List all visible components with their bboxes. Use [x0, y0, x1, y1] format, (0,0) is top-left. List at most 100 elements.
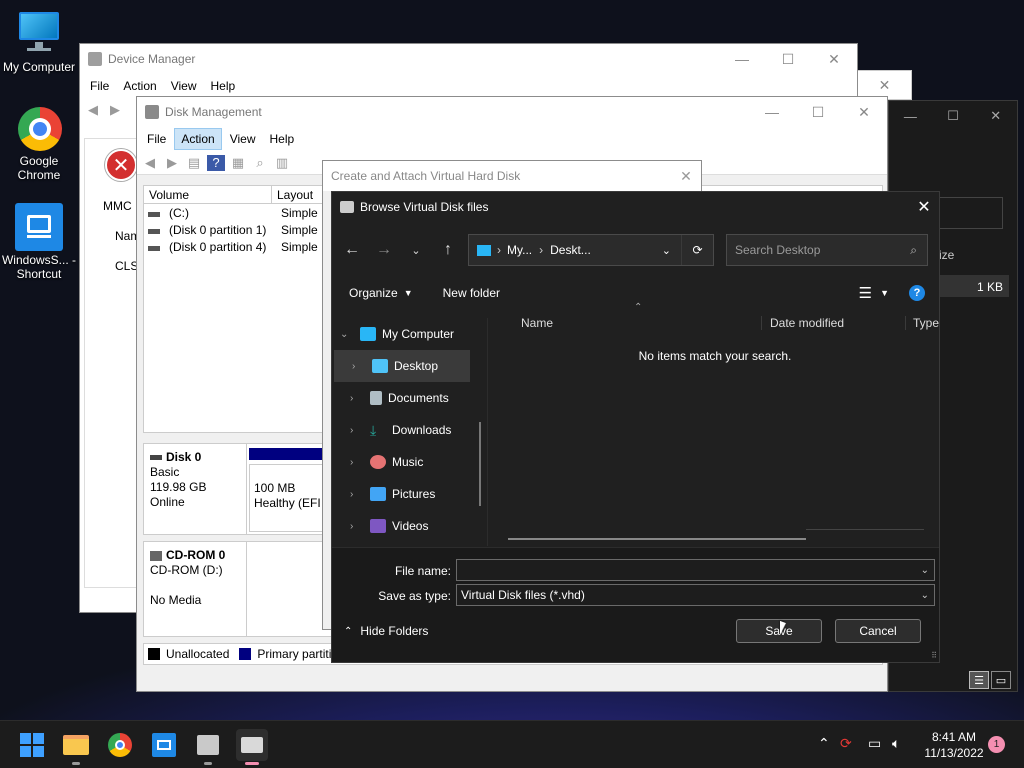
tree-scrollbar[interactable] [479, 422, 481, 506]
properties-icon[interactable]: ▤ [185, 155, 203, 171]
tree-item-documents[interactable]: › Documents [332, 382, 487, 414]
device-manager-titlebar[interactable]: Device Manager — ☐ ✕ [80, 44, 857, 74]
horizontal-scrollbar[interactable] [508, 538, 806, 540]
desktop-icon-windows-shortcut[interactable]: WindowsS... - Shortcut [0, 203, 78, 281]
taskbar-sandbox[interactable] [148, 729, 180, 761]
organize-button[interactable]: Organize ▼ [349, 286, 413, 300]
save-button[interactable]: Save [736, 619, 822, 643]
desktop-icon-label: WindowsS... - Shortcut [1, 253, 76, 281]
desktop-folder-icon [372, 359, 388, 373]
taskbar: ⌃ ⟳ ▭ 🔈︎ 8:41 AM 11/13/2022 1 [0, 720, 1024, 768]
disk0-type: Basic [150, 465, 180, 479]
dialog-title: Create and Attach Virtual Hard Disk [331, 169, 521, 183]
back-arrow-icon[interactable]: ◀ [141, 155, 159, 171]
list-icon[interactable]: ▥ [273, 155, 291, 171]
tree-label: My Computer [382, 327, 455, 341]
file-name-input[interactable]: ⌄ [456, 559, 935, 581]
desktop-icon-chrome[interactable]: Google Chrome [0, 104, 78, 182]
menu-action[interactable]: Action [117, 76, 162, 96]
breadcrumb-my-computer[interactable]: My... [507, 243, 532, 257]
tree-item-my-computer[interactable]: ⌄ My Computer [332, 318, 487, 350]
view-options-button[interactable]: ☰ ▼ [859, 284, 889, 302]
taskbar-chrome[interactable] [104, 729, 136, 761]
tree-label: Desktop [394, 359, 439, 373]
desktop-icon-my-computer[interactable]: My Computer [0, 10, 78, 74]
tree-item-downloads[interactable]: › ⤓ Downloads [332, 414, 487, 446]
column-date-modified[interactable]: Date modified [762, 316, 906, 330]
tree-item-music[interactable]: › Music [332, 446, 487, 478]
save-type-select[interactable]: Virtual Disk files (*.vhd) ⌄ [456, 584, 935, 606]
view-icon[interactable]: ▦ [229, 155, 247, 171]
chevron-down-icon[interactable]: ⌄ [921, 565, 929, 576]
maximize-button[interactable]: ☐ [932, 108, 975, 124]
cancel-button[interactable]: Cancel [835, 619, 921, 643]
maximize-button[interactable]: ☐ [795, 97, 841, 127]
legend-unallocated: Unallocated [166, 647, 230, 661]
start-button[interactable] [16, 729, 48, 761]
file-list: ⌃ Name Date modified Type No items match… [492, 302, 939, 546]
browse-dialog-titlebar[interactable]: Browse Virtual Disk files ✕ [332, 192, 939, 222]
disk-management-titlebar[interactable]: Disk Management — ☐ ✕ [137, 97, 887, 127]
chevron-right-icon: › [352, 360, 356, 372]
refresh-icon[interactable]: ⟳ [681, 235, 713, 265]
forward-arrow-icon[interactable]: → [370, 236, 398, 264]
chevron-down-icon: ⌄ [340, 328, 349, 340]
resize-grip-icon[interactable]: ⠿ [931, 651, 937, 660]
address-dropdown-icon[interactable]: ⌄ [662, 244, 671, 257]
menu-view[interactable]: View [224, 129, 262, 149]
breadcrumb-desktop[interactable]: Deskt... [550, 243, 591, 257]
tree-item-desktop[interactable]: › Desktop [334, 350, 470, 382]
back-arrow-icon[interactable]: ← [338, 236, 366, 264]
notification-badge[interactable]: 1 [988, 736, 1005, 753]
taskbar-device-manager[interactable] [192, 729, 224, 765]
recent-dropdown-icon[interactable]: ⌄ [402, 236, 430, 264]
search-input[interactable]: Search Desktop ⌕ [726, 234, 928, 266]
help-icon[interactable]: ? [909, 285, 925, 301]
taskbar-disk-management[interactable] [236, 729, 268, 765]
chevron-down-icon[interactable]: ⌄ [921, 590, 929, 601]
right-search-box[interactable] [939, 197, 1003, 229]
tree-item-pictures[interactable]: › Pictures [332, 478, 487, 510]
computer-icon [477, 244, 491, 256]
menu-file[interactable]: File [84, 76, 115, 96]
new-folder-button[interactable]: New folder [443, 286, 500, 300]
menu-help[interactable]: Help [264, 129, 301, 149]
column-name[interactable]: Name [492, 316, 762, 330]
close-button[interactable]: ✕ [841, 97, 887, 127]
forward-arrow-icon[interactable]: ▶ [163, 155, 181, 171]
up-arrow-icon[interactable]: ↑ [434, 236, 462, 264]
tree-item-videos[interactable]: › Videos [332, 510, 487, 542]
menu-file[interactable]: File [141, 129, 172, 149]
hide-folders-button[interactable]: ⌃ Hide Folders [344, 624, 428, 638]
create-vhd-titlebar[interactable]: Create and Attach Virtual Hard Disk ✕ [323, 161, 701, 191]
address-bar[interactable]: › My... › Deskt... ⌄ ⟳ [468, 234, 714, 266]
menu-view[interactable]: View [165, 76, 203, 96]
tiles-view-icon[interactable]: ▭ [991, 671, 1011, 689]
minimize-button[interactable]: — [719, 44, 765, 74]
forward-arrow-icon[interactable]: ▶ [106, 102, 124, 118]
chevron-right-icon: › [350, 392, 354, 404]
column-volume[interactable]: Volume [144, 186, 272, 203]
minimize-button[interactable]: — [889, 109, 932, 124]
network-icon[interactable]: ▭ [868, 735, 881, 752]
taskbar-file-explorer[interactable] [60, 729, 92, 765]
help-icon[interactable]: ? [207, 154, 225, 171]
maximize-button[interactable]: ☐ [765, 44, 811, 74]
column-type[interactable]: Type [906, 316, 939, 330]
connect-icon[interactable]: ⌕ [251, 155, 269, 171]
sync-icon[interactable]: ⟳ [840, 735, 852, 752]
minimize-button[interactable]: — [749, 97, 795, 127]
back-arrow-icon[interactable]: ◀ [84, 102, 102, 118]
menu-help[interactable]: Help [205, 76, 242, 96]
browse-dialog[interactable]: Browse Virtual Disk files ✕ ← → ⌄ ↑ › My… [331, 191, 940, 663]
close-button[interactable]: ✕ [671, 168, 701, 185]
details-view-icon[interactable]: ☰ [969, 671, 989, 689]
clock[interactable]: 8:41 AM 11/13/2022 [916, 729, 992, 761]
window-title: Disk Management [165, 105, 262, 119]
volume-icon[interactable]: 🔈︎ [892, 735, 900, 752]
close-button[interactable]: ✕ [974, 108, 1017, 124]
close-button[interactable]: ✕ [909, 197, 939, 217]
menu-action[interactable]: Action [174, 128, 222, 150]
show-hidden-icons-icon[interactable]: ⌃ [818, 735, 830, 752]
close-button[interactable]: ✕ [811, 44, 857, 74]
